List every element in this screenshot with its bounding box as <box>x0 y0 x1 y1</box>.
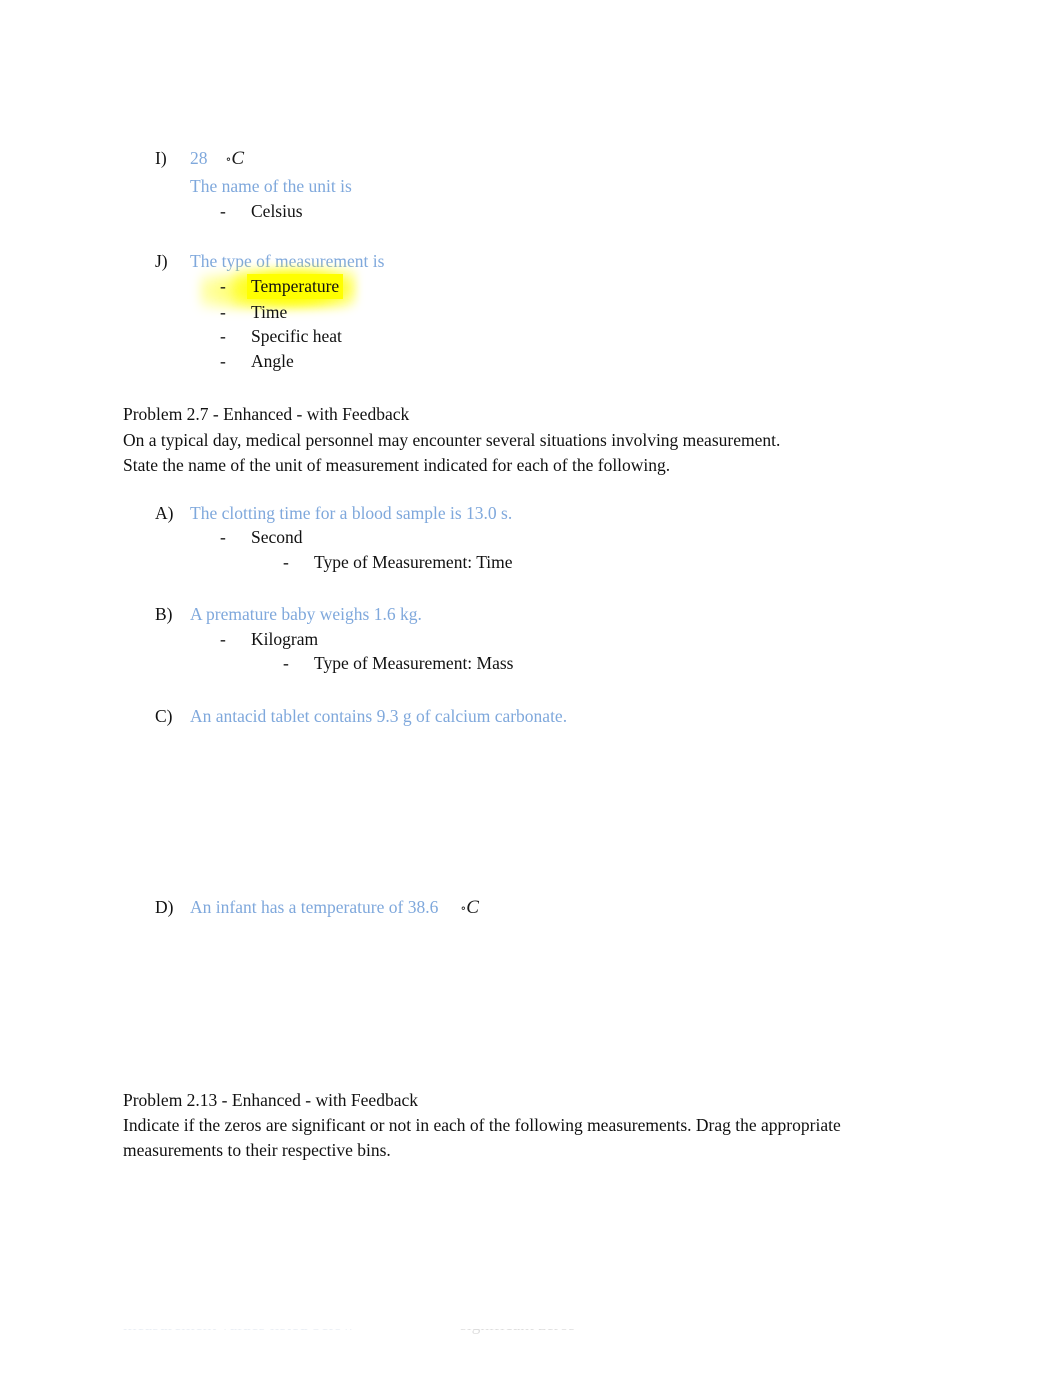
bullet-dash: - <box>220 201 226 221</box>
bullet-dash: - <box>220 276 226 296</box>
item-d-answer-blank-area <box>155 930 915 1070</box>
item-i-answer-label: Celsius <box>251 201 303 221</box>
bullet-dash: - <box>283 552 289 572</box>
item-a-answer-row: - Second <box>220 527 303 548</box>
item-a-subanswer-row: - Type of Measurement: Time <box>283 552 513 573</box>
problem-27-heading: Problem 2.7 - Enhanced - with Feedback <box>123 404 410 424</box>
item-a-subanswer-label: Type of Measurement: Time <box>314 552 513 572</box>
highlighted-answer: Temperature <box>233 267 358 308</box>
item-j-option-time[interactable]: - Time <box>220 302 287 323</box>
item-b-subanswer-label: Type of Measurement: Mass <box>314 653 514 673</box>
problem-213-intro-line-1: Indicate if the zeros are significant or… <box>123 1115 841 1135</box>
problem-213-heading: Problem 2.13 - Enhanced - with Feedback <box>123 1090 418 1110</box>
degree-celsius-unit-i: ∘C <box>226 148 245 170</box>
problem-213-intro-line-2: measurements to their respective bins. <box>123 1140 391 1160</box>
bottom-fragment-2-text: significant zeros <box>460 1329 575 1334</box>
item-c-question: An antacid tablet contains 9.3 g of calc… <box>190 706 568 726</box>
item-letter-d: D) <box>155 897 174 917</box>
list-item-j: J) The type of measurement is <box>155 251 384 272</box>
item-letter-b: B) <box>155 604 173 624</box>
degree-ring-icon: ∘ <box>225 152 232 166</box>
item-letter-a: A) <box>155 503 174 523</box>
list-item-i: I) 28 ∘C <box>155 148 244 170</box>
item-j-option-label-0: Temperature <box>251 276 340 296</box>
list-item-b: B) A premature baby weighs 1.6 kg. <box>155 604 422 625</box>
problem-27-intro-line-2: State the name of the unit of measuremen… <box>123 455 671 475</box>
celsius-letter: C <box>466 897 480 918</box>
item-i-value: 28 <box>190 148 208 168</box>
bullet-dash: - <box>220 326 226 346</box>
item-j-option-specific-heat[interactable]: - Specific heat <box>220 326 342 347</box>
item-a-answer-label: Second <box>251 527 303 547</box>
item-j-prompt: The type of measurement is <box>190 251 385 271</box>
item-i-prompt: The name of the unit is <box>190 176 352 196</box>
item-j-option-temperature[interactable]: - Temperature <box>220 267 358 308</box>
degree-celsius-unit-d: ∘C <box>460 897 479 919</box>
list-item-c: C) An antacid tablet contains 9.3 g of c… <box>155 706 567 727</box>
problem-27-intro-line-1: On a typical day, medical personnel may … <box>123 430 781 450</box>
list-item-a: A) The clotting time for a blood sample … <box>155 503 512 524</box>
item-letter-j: J) <box>155 251 168 271</box>
bottom-fragment-1-text: measurement values listed below <box>123 1329 355 1334</box>
item-letter-i: I) <box>155 148 167 168</box>
list-item-d: D) An infant has a temperature of 38.6 ∘… <box>155 897 479 919</box>
item-j-option-angle[interactable]: - Angle <box>220 351 294 372</box>
bullet-dash: - <box>220 527 226 547</box>
bullet-dash: - <box>220 629 226 649</box>
document-page: I) 28 ∘C The name of the unit is - Celsi… <box>0 0 1062 1376</box>
item-d-question: An infant has a temperature of 38.6 <box>190 897 439 917</box>
item-b-answer-label: Kilogram <box>251 629 319 649</box>
item-j-option-label-2: Specific heat <box>251 326 342 346</box>
degree-ring-icon: ∘ <box>460 901 467 915</box>
item-letter-c: C) <box>155 706 173 726</box>
item-i-answer-row: - Celsius <box>220 201 303 222</box>
bullet-dash: - <box>283 653 289 673</box>
celsius-letter: C <box>231 148 245 169</box>
bullet-dash: - <box>220 351 226 371</box>
item-b-subanswer-row: - Type of Measurement: Mass <box>283 653 514 674</box>
bottom-clipped-text-fragment-2: significant zeros <box>460 1329 635 1334</box>
item-j-option-label-3: Angle <box>251 351 294 371</box>
bottom-clipped-text-fragment-1: measurement values listed below <box>123 1329 553 1334</box>
item-j-option-label-1: Time <box>251 302 288 322</box>
item-b-answer-row: - Kilogram <box>220 629 318 650</box>
item-b-question: A premature baby weighs 1.6 kg. <box>190 604 422 624</box>
bullet-dash: - <box>220 302 226 322</box>
item-c-answer-blank-area <box>155 740 915 890</box>
item-a-question: The clotting time for a blood sample is … <box>190 503 513 523</box>
